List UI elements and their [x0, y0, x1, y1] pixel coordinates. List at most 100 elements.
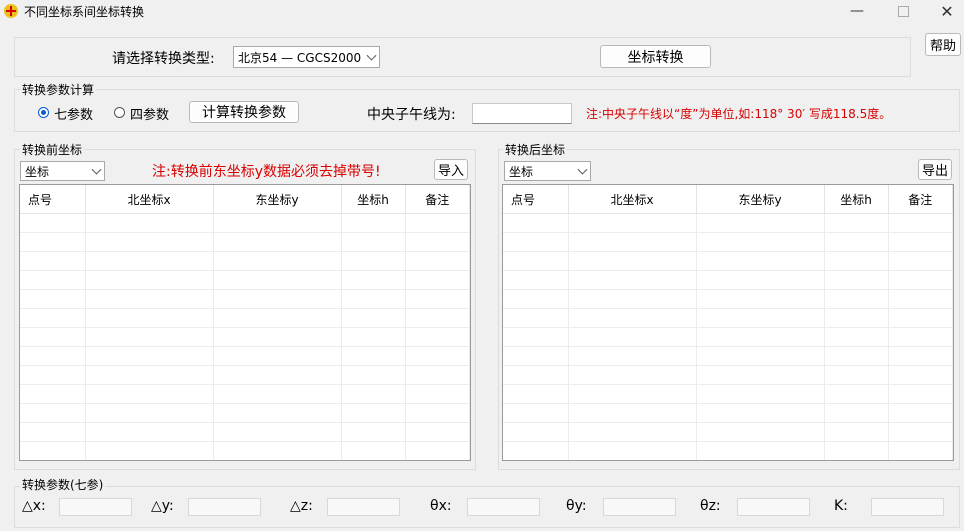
table-cell[interactable]	[213, 308, 342, 328]
import-button[interactable]: 导入	[434, 159, 468, 180]
table-cell[interactable]	[405, 270, 470, 290]
table-cell[interactable]	[20, 384, 86, 404]
table-cell[interactable]	[503, 232, 569, 252]
table-cell[interactable]	[824, 441, 889, 460]
table-cell[interactable]	[341, 327, 406, 347]
table-cell[interactable]	[824, 422, 889, 442]
table-cell[interactable]	[696, 384, 825, 404]
param-input[interactable]	[327, 498, 400, 516]
table-cell[interactable]	[888, 251, 953, 271]
before-select[interactable]: 坐标	[20, 161, 105, 181]
table-cell[interactable]	[213, 270, 342, 290]
table-cell[interactable]	[568, 422, 697, 442]
table-cell[interactable]	[20, 232, 86, 252]
table-cell[interactable]	[568, 461, 696, 462]
table-cell[interactable]	[213, 346, 342, 366]
table-cell[interactable]	[405, 441, 470, 460]
table-cell[interactable]	[213, 289, 342, 309]
table-cell[interactable]	[213, 461, 341, 462]
type-select[interactable]: 北京54 — CGCS2000	[233, 46, 380, 68]
table-cell[interactable]	[568, 308, 697, 328]
param-input[interactable]	[871, 498, 944, 516]
export-button[interactable]: 导出	[918, 159, 952, 180]
table-cell[interactable]	[568, 441, 697, 460]
table-cell[interactable]	[341, 422, 406, 442]
table-row[interactable]	[503, 251, 953, 271]
param-input[interactable]	[59, 498, 132, 516]
table-cell[interactable]	[20, 270, 86, 290]
table-cell[interactable]	[696, 365, 825, 385]
table-row[interactable]	[503, 270, 953, 290]
table-cell[interactable]	[824, 403, 889, 423]
table-cell[interactable]	[405, 403, 470, 423]
table-cell[interactable]	[696, 289, 825, 309]
table-row[interactable]	[503, 422, 953, 442]
table-cell[interactable]	[503, 289, 569, 309]
table-cell[interactable]	[888, 403, 953, 423]
table-cell[interactable]	[568, 346, 697, 366]
radio-seven[interactable]	[38, 107, 49, 118]
table-cell[interactable]	[20, 461, 85, 462]
table-cell[interactable]	[696, 422, 825, 442]
table-row[interactable]	[503, 327, 953, 347]
table-cell[interactable]	[696, 232, 825, 252]
table-cell[interactable]	[888, 461, 953, 462]
after-select[interactable]: 坐标	[504, 161, 591, 181]
table-row[interactable]	[20, 441, 470, 460]
help-button[interactable]: 帮助	[925, 33, 961, 56]
table-row[interactable]	[20, 289, 470, 309]
before-table[interactable]: 点号 北坐标x 东坐标y 坐标h 备注	[19, 184, 471, 461]
table-cell[interactable]	[824, 308, 889, 328]
table-cell[interactable]	[85, 308, 214, 328]
meridian-input[interactable]	[472, 103, 572, 124]
table-cell[interactable]	[405, 384, 470, 404]
table-row[interactable]	[20, 365, 470, 385]
table-cell[interactable]	[405, 327, 470, 347]
table-cell[interactable]	[85, 327, 214, 347]
table-row[interactable]	[503, 384, 953, 404]
table-cell[interactable]	[85, 384, 214, 404]
table-cell[interactable]	[85, 270, 214, 290]
table-cell[interactable]	[503, 251, 569, 271]
table-cell[interactable]	[503, 327, 569, 347]
table-cell[interactable]	[503, 213, 569, 233]
convert-button[interactable]: 坐标转换	[600, 45, 711, 68]
table-cell[interactable]	[213, 441, 342, 460]
table-cell[interactable]	[824, 327, 889, 347]
table-cell[interactable]	[341, 384, 406, 404]
table-cell[interactable]	[341, 213, 406, 233]
param-input[interactable]	[737, 498, 810, 516]
table-cell[interactable]	[503, 346, 569, 366]
column-header[interactable]: 备注	[888, 185, 953, 214]
table-cell[interactable]	[888, 308, 953, 328]
table-cell[interactable]	[696, 461, 824, 462]
table-cell[interactable]	[85, 251, 214, 271]
table-cell[interactable]	[341, 289, 406, 309]
table-cell[interactable]	[696, 213, 825, 233]
table-row[interactable]	[503, 308, 953, 328]
table-cell[interactable]	[568, 327, 697, 347]
table-row[interactable]	[20, 251, 470, 271]
table-cell[interactable]	[85, 422, 214, 442]
table-cell[interactable]	[503, 441, 569, 460]
table-cell[interactable]	[503, 384, 569, 404]
table-row[interactable]	[20, 327, 470, 347]
table-cell[interactable]	[20, 346, 86, 366]
close-button[interactable]: ✕	[924, 0, 964, 22]
table-row[interactable]	[20, 232, 470, 252]
column-header[interactable]: 北坐标x	[568, 185, 697, 214]
param-input[interactable]	[467, 498, 540, 516]
table-cell[interactable]	[341, 441, 406, 460]
table-row[interactable]	[20, 461, 470, 462]
table-cell[interactable]	[213, 213, 342, 233]
table-cell[interactable]	[503, 461, 568, 462]
table-cell[interactable]	[213, 403, 342, 423]
column-header[interactable]: 东坐标y	[696, 185, 825, 214]
table-cell[interactable]	[888, 365, 953, 385]
table-cell[interactable]	[20, 365, 86, 385]
table-cell[interactable]	[696, 251, 825, 271]
calc-params-button[interactable]: 计算转换参数	[189, 101, 299, 123]
table-cell[interactable]	[20, 441, 86, 460]
table-cell[interactable]	[696, 270, 825, 290]
table-cell[interactable]	[85, 441, 214, 460]
